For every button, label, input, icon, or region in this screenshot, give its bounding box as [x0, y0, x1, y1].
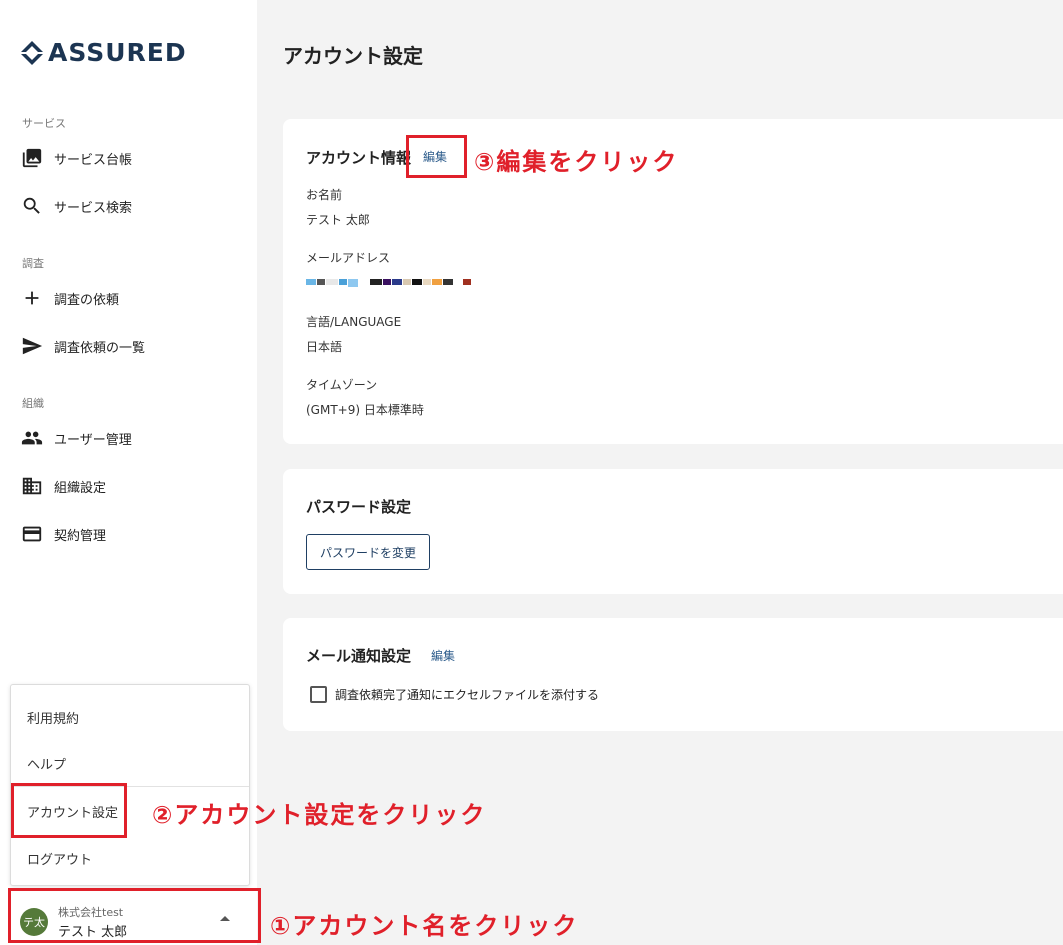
- annotation-step3: ③編集をクリック: [474, 148, 679, 176]
- menu-item-help[interactable]: ヘルプ: [27, 754, 66, 773]
- sidebar-item-request-survey[interactable]: 調査の依頼: [20, 286, 119, 310]
- menu-item-terms[interactable]: 利用規約: [27, 708, 79, 727]
- building-icon: [20, 474, 44, 498]
- field-value-name: テスト 太郎: [306, 213, 370, 227]
- sidebar-item-label: 調査依頼の一覧: [54, 340, 146, 356]
- sidebar-item-label: 契約管理: [54, 528, 107, 544]
- sidebar-item-service-search[interactable]: サービス検索: [20, 194, 132, 218]
- highlight-edit-box: [406, 135, 467, 178]
- annotation-step2: ②アカウント設定をクリック: [152, 801, 487, 829]
- credit-card-icon: [20, 522, 44, 546]
- email-redacted: [306, 279, 471, 287]
- photo-library-icon: [20, 146, 44, 170]
- page-title: アカウント設定: [283, 44, 423, 68]
- sidebar-item-service-ledger[interactable]: サービス台帳: [20, 146, 132, 170]
- attach-excel-checkbox[interactable]: [310, 686, 327, 703]
- change-password-button[interactable]: パスワードを変更: [306, 534, 430, 570]
- section-label-survey: 調査: [22, 257, 44, 270]
- people-icon: [20, 426, 44, 450]
- highlight-account-settings-box: [11, 783, 127, 838]
- sidebar-item-label: 組織設定: [54, 480, 107, 496]
- mail-notification-edit-link[interactable]: 編集: [431, 647, 455, 664]
- section-label-service: サービス: [22, 117, 66, 130]
- sidebar-item-survey-list[interactable]: 調査依頼の一覧: [20, 334, 145, 358]
- annotation-step1: ①アカウント名をクリック: [270, 912, 579, 940]
- field-value-language: 日本語: [306, 340, 343, 354]
- search-icon: [20, 194, 44, 218]
- field-label-language: 言語/LANGUAGE: [306, 315, 402, 329]
- highlight-account-name-box: [8, 888, 261, 943]
- brand-name: ASSURED: [48, 38, 187, 67]
- sidebar-item-label: ユーザー管理: [54, 432, 132, 448]
- section-label-organization: 組織: [22, 397, 44, 410]
- menu-item-logout[interactable]: ログアウト: [27, 849, 92, 868]
- sidebar-item-user-management[interactable]: ユーザー管理: [20, 426, 132, 450]
- sidebar-item-label: サービス台帳: [54, 152, 133, 168]
- field-value-timezone: (GMT+9) 日本標準時: [306, 403, 424, 417]
- sidebar-item-label: 調査の依頼: [54, 292, 120, 308]
- field-label-email: メールアドレス: [306, 251, 391, 265]
- sidebar-item-label: サービス検索: [54, 200, 133, 216]
- plus-icon: [20, 286, 44, 310]
- password-title: パスワード設定: [306, 498, 412, 516]
- brand-logo[interactable]: ASSURED: [18, 38, 187, 67]
- mail-notification-title: メール通知設定: [306, 647, 412, 665]
- account-info-title: アカウント情報: [306, 149, 412, 167]
- field-label-name: お名前: [306, 188, 343, 202]
- attach-excel-checkbox-label: 調査依頼完了通知にエクセルファイルを添付する: [335, 688, 600, 702]
- assured-logo-icon: [21, 40, 43, 65]
- mail-notification-card: メール通知設定 編集 調査依頼完了通知にエクセルファイルを添付する: [283, 618, 1063, 731]
- sidebar-item-contract-management[interactable]: 契約管理: [20, 522, 106, 546]
- password-card: パスワード設定 パスワードを変更: [283, 469, 1063, 594]
- send-icon: [20, 334, 44, 358]
- field-label-timezone: タイムゾーン: [306, 378, 378, 392]
- sidebar-item-organization-settings[interactable]: 組織設定: [20, 474, 106, 498]
